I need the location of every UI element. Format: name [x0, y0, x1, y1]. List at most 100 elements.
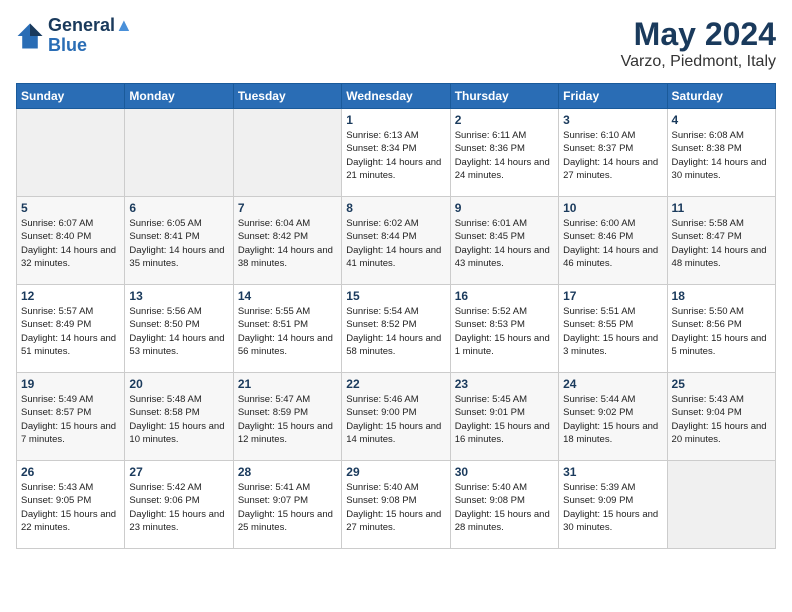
day-of-week-header: Friday [559, 84, 667, 109]
calendar-cell: 12 Sunrise: 5:57 AMSunset: 8:49 PMDayligh… [17, 285, 125, 373]
day-info: Sunrise: 6:05 AMSunset: 8:41 PMDaylight:… [129, 217, 228, 270]
calendar-cell: 25 Sunrise: 5:43 AMSunset: 9:04 PMDayligh… [667, 373, 775, 461]
day-info: Sunrise: 5:58 AMSunset: 8:47 PMDaylight:… [672, 217, 771, 270]
day-number: 9 [455, 201, 554, 215]
day-info: Sunrise: 6:10 AMSunset: 8:37 PMDaylight:… [563, 129, 662, 182]
day-info: Sunrise: 5:54 AMSunset: 8:52 PMDaylight:… [346, 305, 445, 358]
day-info: Sunrise: 5:49 AMSunset: 8:57 PMDaylight:… [21, 393, 120, 446]
day-info: Sunrise: 6:02 AMSunset: 8:44 PMDaylight:… [346, 217, 445, 270]
day-number: 19 [21, 377, 120, 391]
day-info: Sunrise: 5:43 AMSunset: 9:05 PMDaylight:… [21, 481, 120, 534]
calendar-cell [233, 109, 341, 197]
calendar-week-row: 5Sunrise: 6:07 AMSunset: 8:40 PMDaylight… [17, 197, 776, 285]
calendar-cell: 14Sunrise: 5:55 AMSunset: 8:51 PMDayligh… [233, 285, 341, 373]
day-number: 8 [346, 201, 445, 215]
day-info: Sunrise: 5:45 AMSunset: 9:01 PMDaylight:… [455, 393, 554, 446]
calendar-cell [125, 109, 233, 197]
calendar-cell [17, 109, 125, 197]
logo-text: General▲ Blue [48, 16, 133, 56]
day-info: Sunrise: 6:01 AMSunset: 8:45 PMDaylight:… [455, 217, 554, 270]
calendar-cell: 10 Sunrise: 6:00 AMSunset: 8:46 PMDayligh… [559, 197, 667, 285]
day-number: 21 [238, 377, 337, 391]
day-number: 20 [129, 377, 228, 391]
calendar-week-row: 1Sunrise: 6:13 AMSunset: 8:34 PMDaylight… [17, 109, 776, 197]
day-info: Sunrise: 5:39 AMSunset: 9:09 PMDaylight:… [563, 481, 662, 534]
day-info: Sunrise: 6:00 AMSunset: 8:46 PMDaylight:… [563, 217, 662, 270]
calendar-cell: 15 Sunrise: 5:54 AMSunset: 8:52 PMDayligh… [342, 285, 450, 373]
calendar-cell: 17Sunrise: 5:51 AMSunset: 8:55 PMDayligh… [559, 285, 667, 373]
calendar-header-row: SundayMondayTuesdayWednesdayThursdayFrid… [17, 84, 776, 109]
day-info: Sunrise: 6:08 AMSunset: 8:38 PMDaylight:… [672, 129, 771, 182]
day-info: Sunrise: 5:50 AMSunset: 8:56 PMDaylight:… [672, 305, 771, 358]
day-of-week-header: Sunday [17, 84, 125, 109]
day-number: 22 [346, 377, 445, 391]
calendar-cell: 21 Sunrise: 5:47 AMSunset: 8:59 PMDayligh… [233, 373, 341, 461]
day-number: 26 [21, 465, 120, 479]
day-info: Sunrise: 6:11 AMSunset: 8:36 PMDaylight:… [455, 129, 554, 182]
day-number: 28 [238, 465, 337, 479]
calendar-cell: 29 Sunrise: 5:40 AMSunset: 9:08 PMDayligh… [342, 461, 450, 549]
day-number: 15 [346, 289, 445, 303]
day-info: Sunrise: 5:43 AMSunset: 9:04 PMDaylight:… [672, 393, 771, 446]
day-number: 16 [455, 289, 554, 303]
day-number: 11 [672, 201, 771, 215]
day-number: 23 [455, 377, 554, 391]
day-number: 3 [563, 113, 662, 127]
calendar-cell: 20 Sunrise: 5:48 AMSunset: 8:58 PMDayligh… [125, 373, 233, 461]
day-number: 25 [672, 377, 771, 391]
calendar-cell: 16 Sunrise: 5:52 AMSunset: 8:53 PMDayligh… [450, 285, 558, 373]
calendar-cell: 13 Sunrise: 5:56 AMSunset: 8:50 PMDayligh… [125, 285, 233, 373]
calendar-week-row: 19 Sunrise: 5:49 AMSunset: 8:57 PMDayligh… [17, 373, 776, 461]
calendar-table: SundayMondayTuesdayWednesdayThursdayFrid… [16, 83, 776, 549]
day-number: 12 [21, 289, 120, 303]
day-info: Sunrise: 5:46 AMSunset: 9:00 PMDaylight:… [346, 393, 445, 446]
day-number: 31 [563, 465, 662, 479]
calendar-week-row: 12 Sunrise: 5:57 AMSunset: 8:49 PMDayligh… [17, 285, 776, 373]
day-number: 17 [563, 289, 662, 303]
day-info: Sunrise: 5:40 AMSunset: 9:08 PMDaylight:… [455, 481, 554, 534]
day-number: 1 [346, 113, 445, 127]
day-info: Sunrise: 5:56 AMSunset: 8:50 PMDaylight:… [129, 305, 228, 358]
day-info: Sunrise: 5:47 AMSunset: 8:59 PMDaylight:… [238, 393, 337, 446]
logo-icon [16, 22, 44, 50]
calendar-cell: 7Sunrise: 6:04 AMSunset: 8:42 PMDaylight… [233, 197, 341, 285]
day-info: Sunrise: 6:07 AMSunset: 8:40 PMDaylight:… [21, 217, 120, 270]
day-number: 4 [672, 113, 771, 127]
page-header: General▲ Blue May 2024 Varzo, Piedmont, … [16, 16, 776, 71]
day-of-week-header: Monday [125, 84, 233, 109]
calendar-week-row: 26 Sunrise: 5:43 AMSunset: 9:05 PMDayligh… [17, 461, 776, 549]
day-info: Sunrise: 5:40 AMSunset: 9:08 PMDaylight:… [346, 481, 445, 534]
day-of-week-header: Tuesday [233, 84, 341, 109]
calendar-cell: 18Sunrise: 5:50 AMSunset: 8:56 PMDayligh… [667, 285, 775, 373]
day-number: 2 [455, 113, 554, 127]
calendar-cell: 5Sunrise: 6:07 AMSunset: 8:40 PMDaylight… [17, 197, 125, 285]
calendar-cell: 2 Sunrise: 6:11 AMSunset: 8:36 PMDaylight… [450, 109, 558, 197]
day-number: 10 [563, 201, 662, 215]
day-info: Sunrise: 5:52 AMSunset: 8:53 PMDaylight:… [455, 305, 554, 358]
day-info: Sunrise: 5:55 AMSunset: 8:51 PMDaylight:… [238, 305, 337, 358]
day-of-week-header: Thursday [450, 84, 558, 109]
calendar-cell: 22 Sunrise: 5:46 AMSunset: 9:00 PMDayligh… [342, 373, 450, 461]
calendar-cell: 23 Sunrise: 5:45 AMSunset: 9:01 PMDayligh… [450, 373, 558, 461]
calendar-cell: 31 Sunrise: 5:39 AMSunset: 9:09 PMDayligh… [559, 461, 667, 549]
calendar-cell: 28 Sunrise: 5:41 AMSunset: 9:07 PMDayligh… [233, 461, 341, 549]
calendar-cell: 27 Sunrise: 5:42 AMSunset: 9:06 PMDayligh… [125, 461, 233, 549]
day-number: 6 [129, 201, 228, 215]
calendar-cell: 30 Sunrise: 5:40 AMSunset: 9:08 PMDayligh… [450, 461, 558, 549]
day-info: Sunrise: 5:42 AMSunset: 9:06 PMDaylight:… [129, 481, 228, 534]
day-info: Sunrise: 5:57 AMSunset: 8:49 PMDaylight:… [21, 305, 120, 358]
day-number: 30 [455, 465, 554, 479]
day-info: Sunrise: 5:44 AMSunset: 9:02 PMDaylight:… [563, 393, 662, 446]
location-subtitle: Varzo, Piedmont, Italy [621, 53, 776, 71]
day-info: Sunrise: 5:41 AMSunset: 9:07 PMDaylight:… [238, 481, 337, 534]
day-of-week-header: Saturday [667, 84, 775, 109]
day-number: 29 [346, 465, 445, 479]
calendar-cell: 6 Sunrise: 6:05 AMSunset: 8:41 PMDaylight… [125, 197, 233, 285]
logo: General▲ Blue [16, 16, 133, 56]
day-number: 13 [129, 289, 228, 303]
day-number: 27 [129, 465, 228, 479]
calendar-cell: 26 Sunrise: 5:43 AMSunset: 9:05 PMDayligh… [17, 461, 125, 549]
day-of-week-header: Wednesday [342, 84, 450, 109]
day-number: 7 [238, 201, 337, 215]
day-info: Sunrise: 5:48 AMSunset: 8:58 PMDaylight:… [129, 393, 228, 446]
